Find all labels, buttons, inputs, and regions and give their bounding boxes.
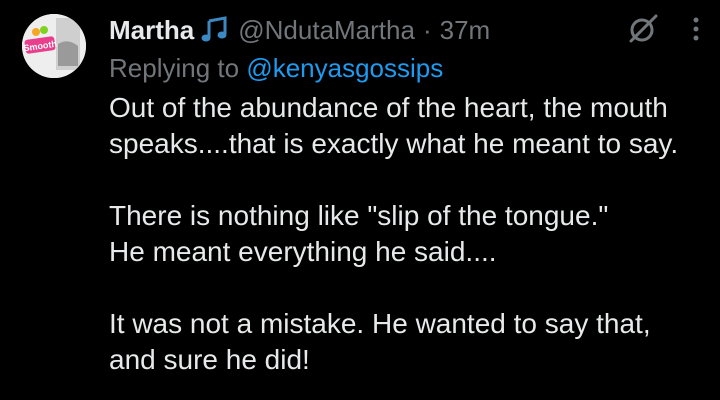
tweet-body: Out of the abundance of the heart, the m… [109, 90, 709, 378]
avatar[interactable]: Smooth [22, 14, 86, 78]
replying-handle-link[interactable]: @kenyasgossips [246, 53, 443, 83]
tweet-line: It was not a mistake. He wanted to say t… [109, 308, 651, 339]
replying-to: Replying to @kenyasgossips [109, 50, 443, 86]
grok-icon[interactable] [626, 12, 660, 46]
tweet-line: speaks....that is exactly what he meant … [109, 128, 679, 159]
header-actions [626, 12, 702, 46]
tweet-line: Out of the abundance of the heart, the m… [109, 92, 668, 123]
music-notes-icon [200, 15, 230, 45]
replying-prefix: Replying to [109, 53, 240, 83]
timestamp[interactable]: 37m [440, 10, 491, 50]
user-handle[interactable]: @NdutaMartha [238, 10, 415, 50]
tweet-header: Martha @NdutaMartha · 37m [109, 10, 700, 50]
separator-dot: · [422, 15, 432, 45]
display-name[interactable]: Martha [109, 10, 194, 50]
tweet-line: He meant everything he said.... [109, 236, 497, 267]
more-options-icon[interactable] [690, 12, 702, 46]
tweet[interactable]: Smooth Martha @NdutaMartha · 37m Replyin… [0, 0, 720, 400]
tweet-line: and sure he did! [109, 344, 310, 375]
tweet-line: There is nothing like "slip of the tongu… [109, 200, 609, 231]
